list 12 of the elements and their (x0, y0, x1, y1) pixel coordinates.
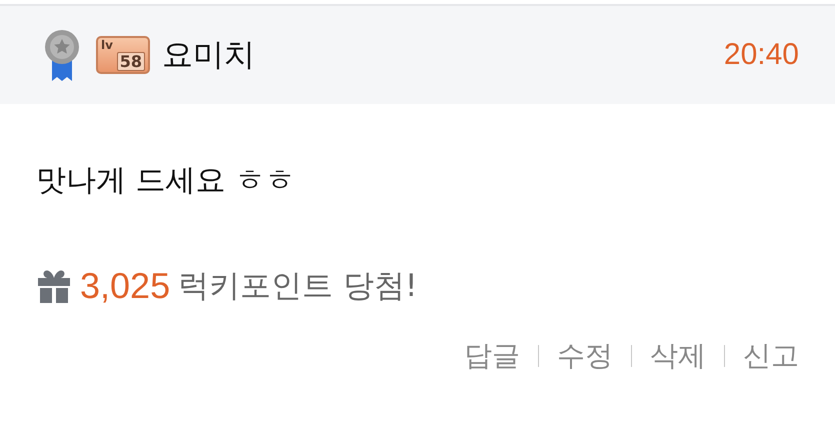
comment-time: 20:40 (724, 38, 799, 72)
lucky-points-label: 럭키포인트 당첨! (178, 267, 418, 306)
medal-icon (42, 29, 82, 81)
level-badge: lv 58 (96, 36, 150, 74)
action-link[interactable]: 신고 (725, 337, 799, 375)
gift-icon (36, 269, 72, 303)
lucky-points: 3,025 (80, 265, 170, 307)
action-link[interactable]: 삭제 (632, 337, 724, 375)
action-link[interactable]: 수정 (539, 337, 631, 375)
action-link[interactable]: 답글 (446, 337, 538, 375)
comment-text: 맛나게 드세요 ㅎㅎ (36, 163, 296, 198)
author-name: 요미치 (162, 36, 255, 75)
